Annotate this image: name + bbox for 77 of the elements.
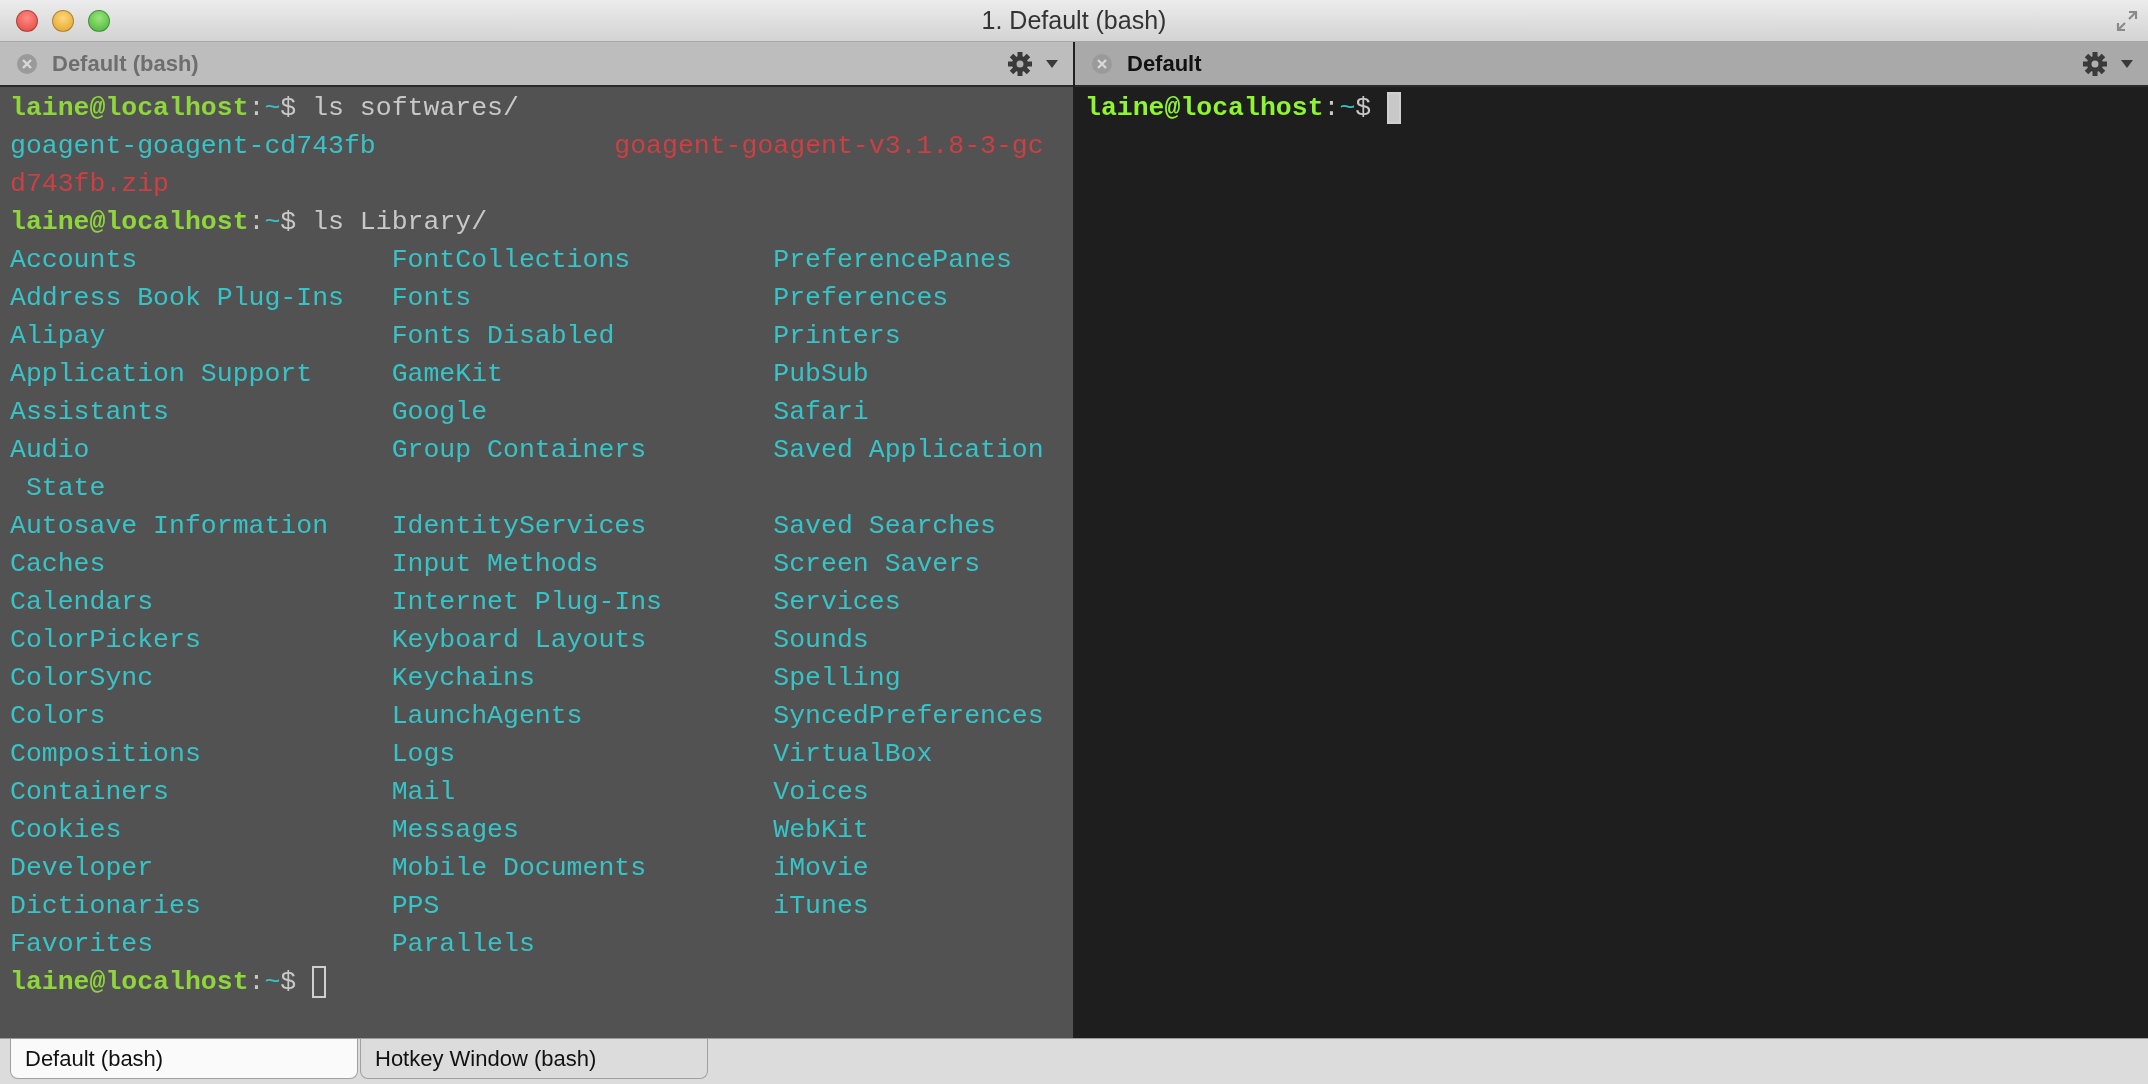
tab[interactable]: Hotkey Window (bash) <box>360 1039 708 1079</box>
archive-file-name: goagent-goagent-v3.1.8-3-gc <box>614 130 1044 163</box>
minimize-button[interactable] <box>52 9 74 32</box>
directory-name: Caches <box>10 548 107 581</box>
directory-name: Google <box>391 396 489 429</box>
directory-name: Address Book Plug-Ins <box>10 282 345 315</box>
directory-name: Keychains <box>391 662 536 695</box>
directory-name: State <box>24 472 107 505</box>
prompt-line: laine@localhost:~$ ls Library/ <box>10 206 488 239</box>
directory-name: ColorSync <box>10 662 155 695</box>
fullscreen-icon[interactable] <box>2116 9 2138 32</box>
directory-name: Audio <box>10 434 91 467</box>
directory-name: Voices <box>773 776 869 809</box>
directory-name: PreferencePanes <box>773 244 1012 277</box>
directory-name: Input Methods <box>391 548 600 581</box>
directory-name: iTunes <box>773 890 869 923</box>
directory-name: Application Support <box>10 358 314 391</box>
caret-icon[interactable] <box>2120 58 2134 69</box>
close-icon[interactable] <box>1091 52 1113 75</box>
directory-name: GameKit <box>391 358 504 391</box>
settings-icon[interactable] <box>1007 50 1033 77</box>
directory-name: IdentityServices <box>391 510 648 543</box>
directory-name: goagent-goagent-cd743fb <box>10 130 377 163</box>
directory-name: Messages <box>391 814 520 847</box>
directory-name: Spelling <box>773 662 901 695</box>
archive-file-name: d743fb.zip <box>10 168 171 201</box>
zoom-button[interactable] <box>88 9 110 32</box>
directory-name: Group Containers <box>391 434 648 467</box>
directory-name: WebKit <box>773 814 869 847</box>
directory-name: Developer <box>10 852 155 885</box>
directory-name: Compositions <box>10 738 202 771</box>
caret-icon[interactable] <box>1045 58 1059 69</box>
directory-name: Alipay <box>10 320 107 353</box>
prompt-line: laine@localhost:~$ <box>1085 92 1372 125</box>
directory-name: FontCollections <box>391 244 632 277</box>
directory-name: iMovie <box>773 852 869 885</box>
directory-name: Cookies <box>10 814 123 847</box>
directory-name: Colors <box>10 700 107 733</box>
directory-name: Favorites <box>10 928 155 961</box>
directory-name: Saved Application <box>773 434 1044 467</box>
directory-name: Dictionaries <box>10 890 202 923</box>
directory-name: Screen Savers <box>773 548 981 581</box>
directory-name: Safari <box>773 396 869 429</box>
directory-name: Internet Plug-Ins <box>391 586 663 619</box>
close-button[interactable] <box>16 9 38 32</box>
directory-name: Preferences <box>773 282 949 315</box>
directory-name: SyncedPreferences <box>773 700 1044 733</box>
close-icon[interactable] <box>16 52 38 75</box>
prompt-line: laine@localhost:~$ ls softwares/ <box>10 92 519 125</box>
directory-name: Keyboard Layouts <box>391 624 648 657</box>
pane-title: Default (bash) <box>52 50 199 77</box>
directory-name: Fonts <box>391 282 473 315</box>
directory-name: Printers <box>773 320 901 353</box>
prompt-line: laine@localhost:~$ <box>10 966 297 999</box>
directory-name: VirtualBox <box>773 738 933 771</box>
directory-name: Logs <box>391 738 457 771</box>
directory-name: Saved Searches <box>773 510 996 543</box>
directory-name: Services <box>773 586 901 619</box>
directory-name: Autosave Information <box>10 510 330 543</box>
directory-name: ColorPickers <box>10 624 202 657</box>
directory-name: Sounds <box>773 624 869 657</box>
directory-name: Calendars <box>10 586 155 619</box>
directory-name: Fonts Disabled <box>391 320 616 353</box>
directory-name: PubSub <box>773 358 869 391</box>
directory-name: Assistants <box>10 396 171 429</box>
tab[interactable]: Default (bash) <box>10 1039 358 1079</box>
directory-name: PPS <box>391 890 441 923</box>
directory-name: Mobile Documents <box>391 852 648 885</box>
directory-name: LaunchAgents <box>391 700 584 733</box>
terminal-pane[interactable]: laine@localhost:~$ <box>1075 87 2148 1038</box>
window-title: 1. Default (bash) <box>981 6 1167 35</box>
directory-name: Accounts <box>10 244 139 277</box>
directory-name: Parallels <box>391 928 536 961</box>
pane-title: Default <box>1127 50 1202 77</box>
directory-name: Containers <box>10 776 171 809</box>
settings-icon[interactable] <box>2082 50 2108 77</box>
directory-name: Mail <box>391 776 457 809</box>
